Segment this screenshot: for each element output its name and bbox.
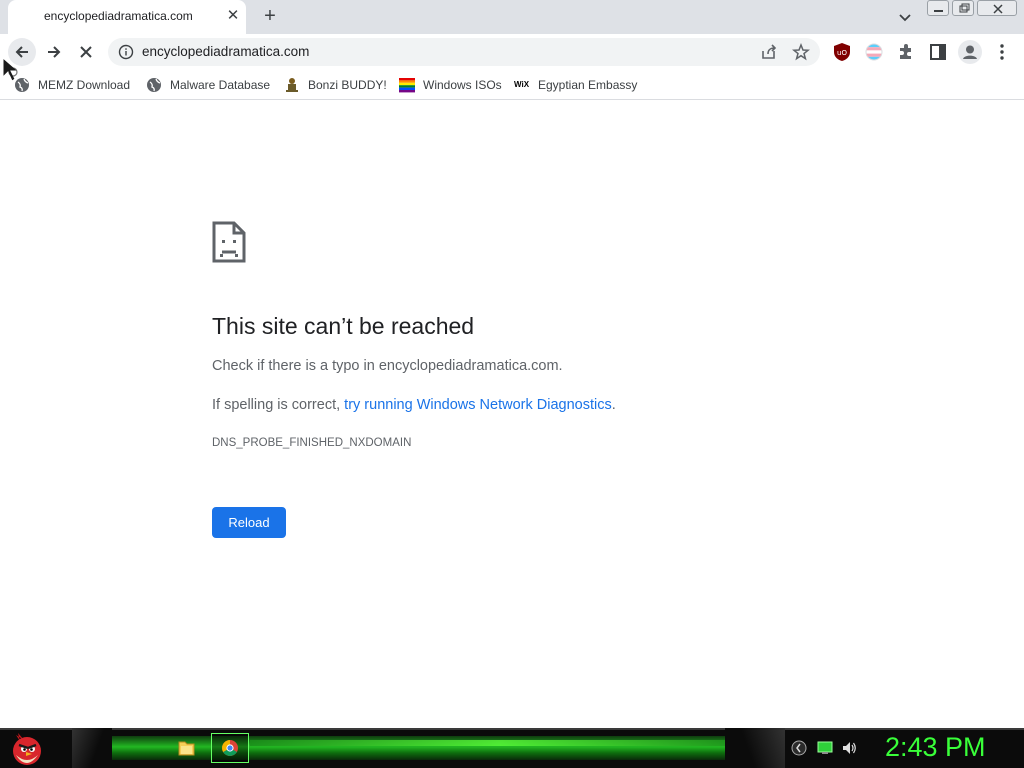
bookmark-memz-download[interactable]: MEMZ Download bbox=[14, 75, 130, 95]
trans-flag-extension-icon[interactable] bbox=[864, 42, 884, 62]
error-diagnostics-hint: If spelling is correct, try running Wind… bbox=[212, 397, 616, 413]
reload-button[interactable]: Reload bbox=[212, 507, 286, 538]
taskbar-chrome[interactable] bbox=[211, 733, 249, 763]
tab-search-icon[interactable] bbox=[894, 8, 916, 28]
close-icon bbox=[993, 4, 1003, 14]
tab-title: encyclopediadramatica.com bbox=[44, 9, 193, 23]
folder-icon bbox=[178, 741, 195, 756]
bookmark-label: Malware Database bbox=[170, 78, 271, 92]
close-window-button[interactable] bbox=[977, 0, 1017, 16]
bookmark-label: Bonzi BUDDY! bbox=[308, 78, 387, 92]
rainbow-flag-icon bbox=[399, 78, 415, 93]
ublock-origin-icon[interactable]: uO bbox=[832, 42, 852, 62]
bookmark-label: MEMZ Download bbox=[38, 78, 131, 92]
bookmark-egyptian-embassy[interactable]: WiX Egyptian Embassy bbox=[514, 75, 637, 95]
browser-toolbar: encyclopediadramatica.com uO bbox=[0, 34, 1024, 70]
restore-icon bbox=[959, 3, 970, 13]
mouse-cursor-icon bbox=[2, 57, 20, 82]
diagnostics-prefix: If spelling is correct, bbox=[212, 397, 345, 413]
forward-button[interactable] bbox=[40, 38, 68, 66]
bookmark-label: Egyptian Embassy bbox=[538, 78, 638, 92]
error-code: DNS_PROBE_FINISHED_NXDOMAIN bbox=[212, 437, 412, 449]
error-page: This site can’t be reached Check if ther… bbox=[0, 101, 1024, 728]
side-panel-icon[interactable] bbox=[928, 42, 948, 62]
new-tab-button[interactable]: + bbox=[258, 5, 282, 29]
share-icon[interactable] bbox=[760, 43, 778, 61]
tab-close-icon[interactable]: ✕ bbox=[224, 7, 242, 25]
bookmark-windows-isos[interactable]: Windows ISOs bbox=[399, 75, 502, 95]
address-bar[interactable]: encyclopediadramatica.com bbox=[108, 38, 820, 66]
bookmark-bonzi-buddy[interactable]: Bonzi BUDDY! bbox=[284, 75, 387, 95]
bookmarks-bar: MEMZ Download Malware Database Bonzi BUD… bbox=[0, 70, 1024, 100]
taskbar-left-bevel bbox=[72, 728, 112, 768]
window-controls bbox=[927, 0, 1019, 18]
more-menu-icon[interactable] bbox=[994, 42, 1010, 62]
minimize-button[interactable] bbox=[927, 0, 949, 16]
taskbar: 2:43 PM bbox=[0, 728, 1024, 768]
volume-icon[interactable] bbox=[841, 740, 857, 756]
bookmark-star-icon[interactable] bbox=[792, 43, 810, 61]
bookmark-label: Windows ISOs bbox=[423, 78, 502, 92]
bonzi-icon bbox=[286, 78, 298, 92]
taskbar-glow-highlight bbox=[250, 740, 750, 746]
minimize-icon bbox=[934, 10, 943, 12]
sad-page-icon bbox=[212, 221, 246, 263]
globe-icon bbox=[147, 78, 161, 92]
svg-text:uO: uO bbox=[837, 49, 847, 57]
stop-x-icon bbox=[80, 46, 92, 58]
taskbar-right-bevel bbox=[725, 728, 785, 768]
tab-encyclopediadramatica[interactable]: encyclopediadramatica.com ✕ bbox=[8, 0, 246, 34]
forward-arrow-icon bbox=[48, 46, 61, 58]
angry-bird-start-icon[interactable] bbox=[8, 729, 46, 767]
bookmark-malware-database[interactable]: Malware Database bbox=[146, 75, 270, 95]
extensions-puzzle-icon[interactable] bbox=[896, 42, 916, 62]
error-typo-hint: Check if there is a typo in encyclopedia… bbox=[212, 358, 563, 374]
stop-button[interactable] bbox=[72, 38, 100, 66]
url-text[interactable]: encyclopediadramatica.com bbox=[142, 44, 309, 59]
wix-icon: WiX bbox=[514, 80, 530, 89]
network-diagnostics-link[interactable]: try running Windows Network Diagnostics bbox=[344, 397, 612, 413]
taskbar-border bbox=[0, 728, 1024, 730]
site-info-icon[interactable] bbox=[118, 44, 134, 60]
favicon-icon bbox=[22, 9, 38, 25]
taskbar-clock[interactable]: 2:43 PM bbox=[885, 732, 986, 763]
error-title: This site can’t be reached bbox=[212, 313, 475, 339]
tab-strip: encyclopediadramatica.com ✕ + bbox=[0, 0, 1024, 34]
person-icon bbox=[963, 45, 977, 59]
restore-button[interactable] bbox=[952, 0, 974, 16]
tray-app-icon[interactable] bbox=[791, 740, 807, 756]
taskbar-file-explorer[interactable] bbox=[167, 733, 205, 763]
network-monitor-icon[interactable] bbox=[817, 740, 833, 756]
chrome-icon bbox=[222, 740, 238, 756]
diagnostics-suffix: . bbox=[611, 397, 616, 413]
profile-avatar[interactable] bbox=[958, 40, 982, 64]
